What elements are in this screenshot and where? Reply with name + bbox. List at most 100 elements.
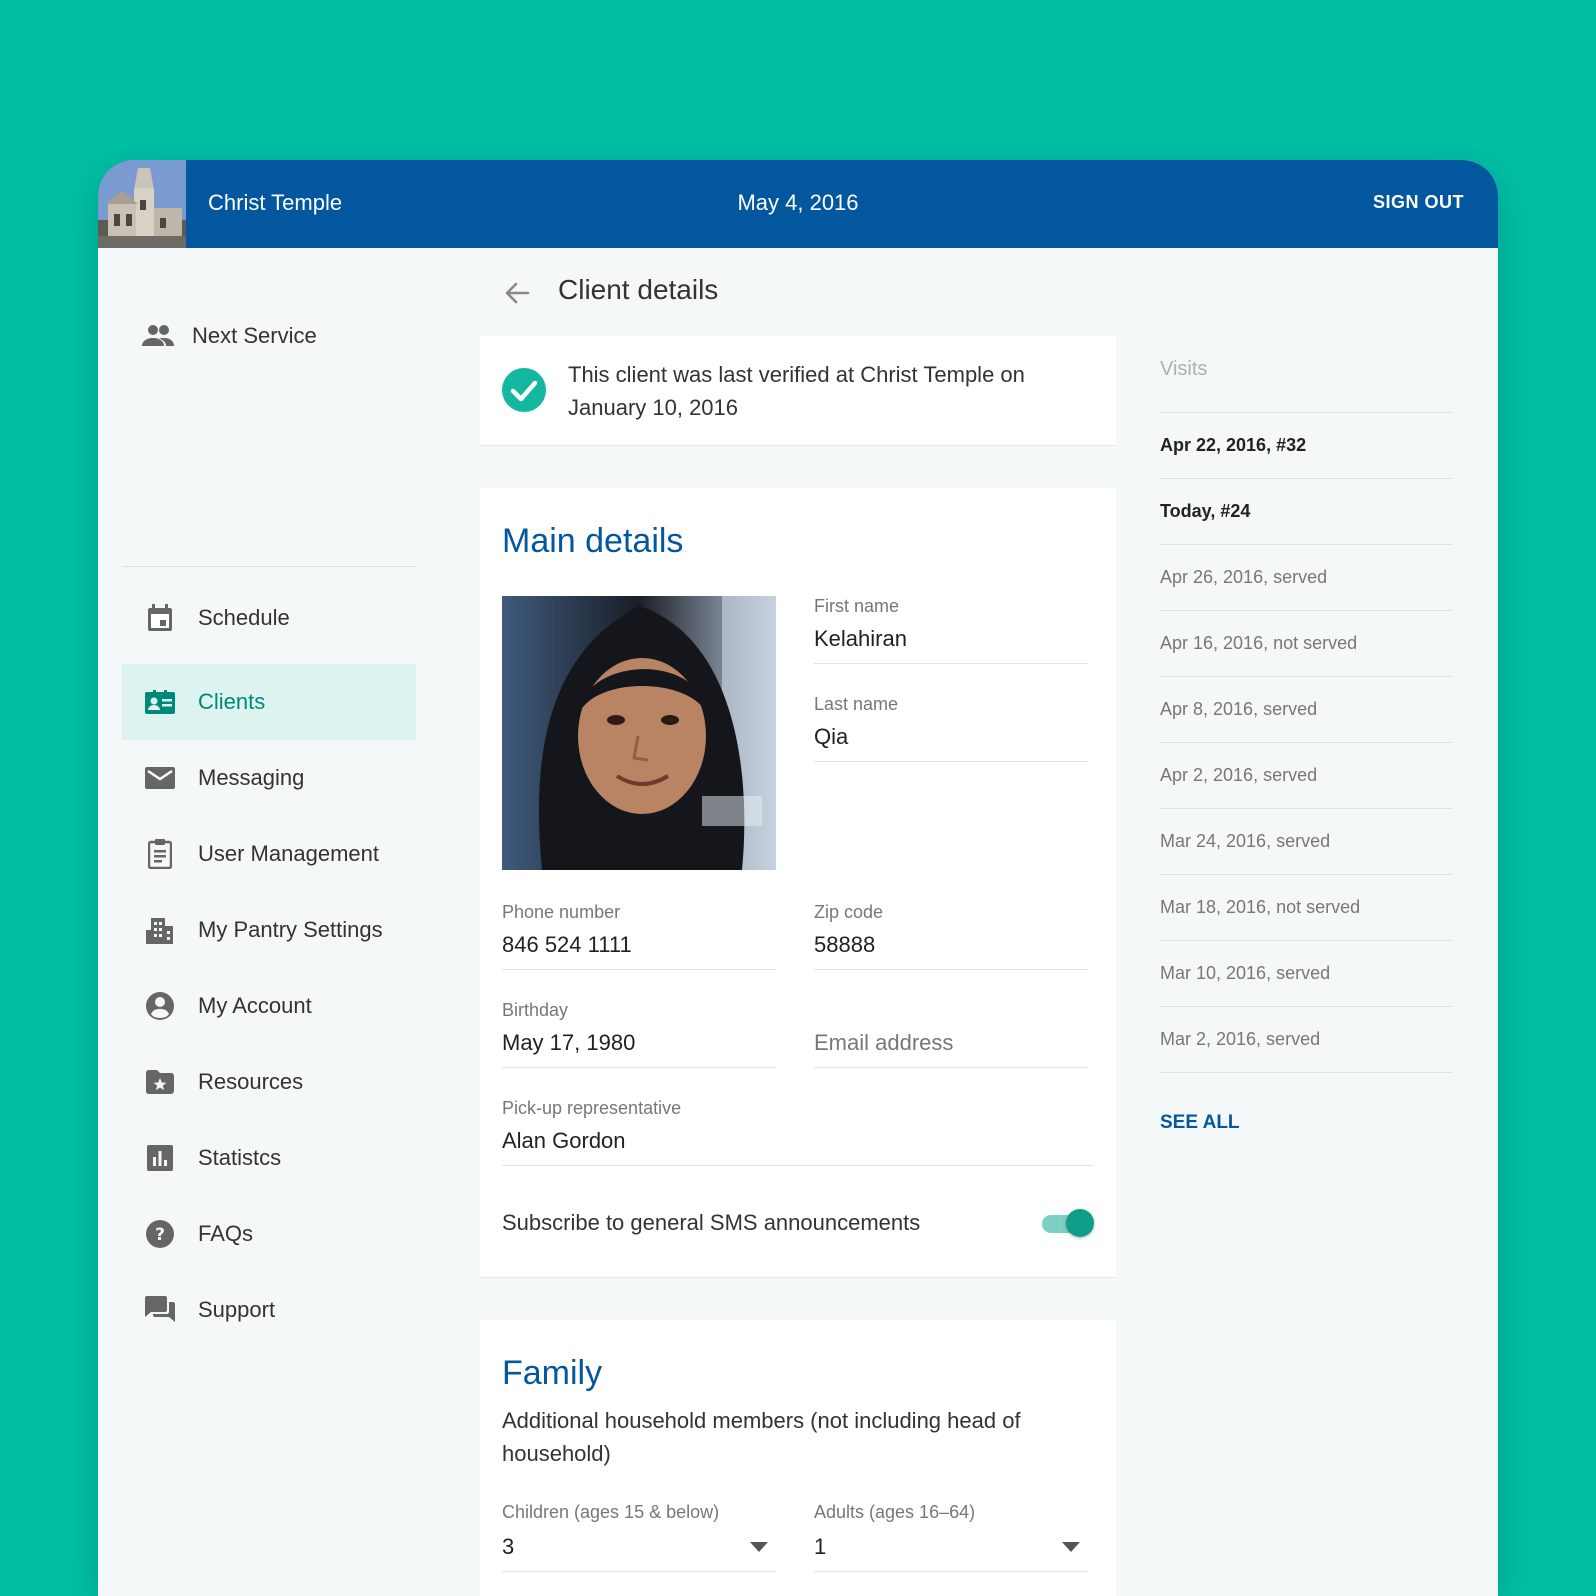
birthday-field[interactable]: Birthday May 17, 1980: [502, 1000, 776, 1068]
adults-select[interactable]: Adults (ages 16–64) 1: [814, 1502, 1088, 1572]
envelope-icon: [144, 762, 176, 794]
adults-value: 1: [814, 1534, 827, 1559]
children-value: 3: [502, 1534, 515, 1559]
top-bar: Christ Temple May 4, 2016 SIGN OUT: [98, 160, 1498, 248]
contact-card-icon: [144, 686, 176, 718]
main-details-card: Main details First name Kelahiran Last n…: [480, 488, 1116, 1278]
sidebar-item-faqs[interactable]: ? FAQs: [122, 1196, 416, 1272]
visit-item[interactable]: Apr 22, 2016, #32: [1160, 412, 1452, 478]
check-circle-icon: [502, 368, 546, 412]
sidebar-item-messaging[interactable]: Messaging: [122, 740, 416, 816]
email-field[interactable]: Email address: [814, 1000, 1088, 1068]
verification-message: This client was last verified at Christ …: [568, 362, 1025, 420]
family-card: Family Additional household members (not…: [480, 1320, 1116, 1596]
sidebar-item-label: My Pantry Settings: [198, 917, 383, 942]
chevron-down-icon: [1062, 1542, 1080, 1552]
visit-text: Apr 22, 2016, #32: [1160, 435, 1307, 455]
phone-number-field[interactable]: Phone number 846 524 1111: [502, 902, 776, 970]
email-placeholder: Email address: [814, 1030, 954, 1055]
first-name-label: First name: [814, 596, 900, 616]
last-name-value: Qia: [814, 724, 849, 749]
people-icon: [142, 320, 174, 352]
visit-item[interactable]: Apr 8, 2016, served: [1160, 676, 1452, 742]
see-all-link[interactable]: SEE ALL: [1160, 1112, 1240, 1134]
clipboard-icon: [144, 838, 176, 870]
zip-code-field[interactable]: Zip code 58888: [814, 902, 1088, 970]
calendar-icon: [144, 602, 176, 634]
visits-divider: [1160, 1072, 1452, 1073]
last-name-field[interactable]: Last name Qia: [814, 694, 1088, 762]
back-arrow-icon[interactable]: [502, 278, 532, 308]
children-label: Children (ages 15 & below): [502, 1502, 720, 1522]
sign-out-button[interactable]: SIGN OUT: [1373, 192, 1464, 213]
first-name-field[interactable]: First name Kelahiran: [814, 596, 1088, 664]
sidebar-item-next-service[interactable]: Next Service: [122, 298, 416, 374]
visit-text: Mar 24, 2016, served: [1160, 831, 1331, 851]
sidebar-item-resources[interactable]: Resources: [122, 1044, 416, 1120]
visit-item[interactable]: Apr 2, 2016, served: [1160, 742, 1452, 808]
sidebar-item-label: User Management: [198, 841, 379, 866]
birthday-label: Birthday: [502, 1000, 569, 1020]
visit-text: Mar 2, 2016, served: [1160, 1029, 1321, 1049]
bar-chart-icon: [144, 1142, 176, 1174]
sms-subscription-toggle[interactable]: [1042, 1208, 1094, 1238]
visit-item[interactable]: Mar 18, 2016, not served: [1160, 874, 1452, 940]
account-circle-icon: [144, 990, 176, 1022]
sidebar-item-label: Schedule: [198, 605, 290, 630]
visit-item[interactable]: Mar 24, 2016, served: [1160, 808, 1452, 874]
sms-subscription-row: Subscribe to general SMS announcements: [502, 1206, 1094, 1240]
visit-text: Mar 10, 2016, served: [1160, 963, 1331, 983]
sidebar-item-schedule[interactable]: Schedule: [122, 580, 416, 656]
section-title-family: Family: [502, 1354, 603, 1392]
chat-icon: [144, 1294, 176, 1326]
adults-label: Adults (ages 16–64): [814, 1502, 976, 1522]
chevron-down-icon: [750, 1542, 768, 1552]
pickup-representative-field[interactable]: Pick-up representative Alan Gordon: [502, 1098, 1094, 1166]
toggle-knob: [1066, 1209, 1094, 1237]
sidebar-item-label: FAQs: [198, 1221, 254, 1246]
first-name-value: Kelahiran: [814, 626, 907, 651]
sidebar-item-label: Next Service: [192, 323, 317, 348]
visit-text: Mar 18, 2016, not served: [1160, 897, 1361, 917]
phone-number-label: Phone number: [502, 902, 621, 922]
client-photo[interactable]: [502, 596, 776, 870]
visit-item[interactable]: Apr 26, 2016, served: [1160, 544, 1452, 610]
sidebar-item-statistics[interactable]: Statistcs: [122, 1120, 416, 1196]
section-title-main-details: Main details: [502, 522, 684, 560]
sidebar-item-my-account[interactable]: My Account: [122, 968, 416, 1044]
zip-code-value: 58888: [814, 932, 876, 957]
zip-code-label: Zip code: [814, 902, 884, 922]
family-description: Additional household members (not includ…: [502, 1408, 1021, 1466]
building-icon: [144, 914, 176, 946]
organization-name: Christ Temple: [208, 190, 343, 215]
last-name-label: Last name: [814, 694, 899, 714]
sidebar-item-user-management[interactable]: User Management: [122, 816, 416, 892]
sidebar-item-label: Messaging: [198, 765, 305, 790]
visit-item[interactable]: Apr 16, 2016, not served: [1160, 610, 1452, 676]
sidebar-item-label: Clients: [198, 689, 266, 714]
birthday-value: May 17, 1980: [502, 1030, 636, 1055]
svg-text:?: ?: [155, 1225, 165, 1245]
visit-item[interactable]: Mar 2, 2016, served: [1160, 1006, 1452, 1072]
sidebar-item-label: Statistcs: [198, 1145, 282, 1170]
page-title: Client details: [558, 274, 719, 305]
sidebar-item-label: Support: [198, 1297, 276, 1322]
sidebar-item-clients[interactable]: Clients: [122, 664, 416, 740]
visit-text: Apr 8, 2016, served: [1160, 699, 1318, 719]
pickup-representative-value: Alan Gordon: [502, 1128, 626, 1153]
sidebar-item-support[interactable]: Support: [122, 1272, 416, 1348]
church-image: [98, 160, 186, 248]
sidebar-item-my-pantry-settings[interactable]: My Pantry Settings: [122, 892, 416, 968]
visits-title: Visits: [1160, 358, 1208, 380]
sms-subscription-label: Subscribe to general SMS announcements: [502, 1210, 921, 1235]
sidebar-item-label: My Account: [198, 993, 312, 1018]
visit-text: Apr 26, 2016, served: [1160, 567, 1328, 587]
visit-item[interactable]: Mar 10, 2016, served: [1160, 940, 1452, 1006]
sidebar-item-label: Resources: [198, 1069, 304, 1094]
phone-number-value: 846 524 1111: [502, 932, 632, 957]
visit-text: Today, #24: [1160, 501, 1251, 521]
children-select[interactable]: Children (ages 15 & below) 3: [502, 1502, 776, 1572]
help-circle-icon: ?: [144, 1218, 176, 1250]
visit-item[interactable]: Today, #24: [1160, 478, 1452, 544]
pickup-representative-label: Pick-up representative: [502, 1098, 682, 1118]
